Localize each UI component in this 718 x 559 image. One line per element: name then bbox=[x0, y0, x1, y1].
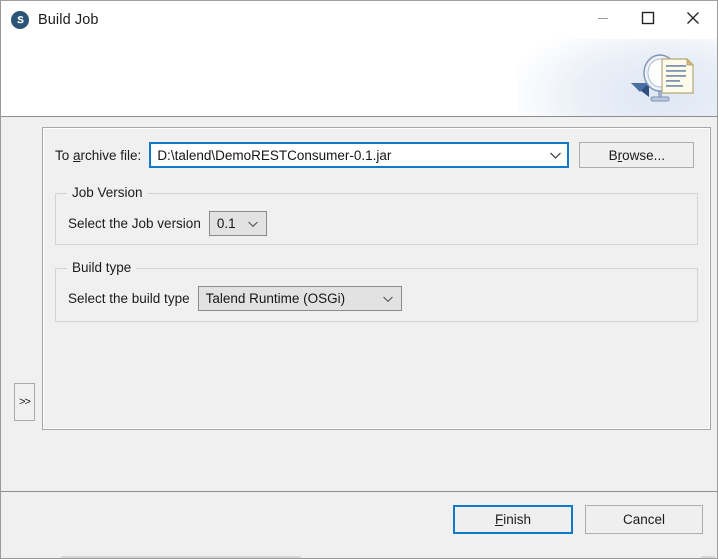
talend-logo-icon bbox=[11, 11, 29, 29]
archive-label-suffix: rchive file: bbox=[81, 148, 142, 163]
window-controls bbox=[580, 3, 715, 33]
job-version-value: 0.1 bbox=[210, 216, 241, 231]
dialog-footer: Finish Cancel bbox=[1, 491, 718, 559]
archive-file-label: To archive file: bbox=[55, 148, 141, 163]
expand-options-button[interactable]: >> bbox=[14, 383, 35, 421]
archive-label-mnemonic: a bbox=[73, 148, 81, 163]
dialog-banner bbox=[1, 39, 717, 117]
title-bar: Build Job bbox=[1, 1, 717, 39]
archive-file-combo[interactable]: D:\talend\DemoRESTConsumer-0.1.jar bbox=[149, 142, 569, 168]
build-type-group: Build type Select the build type Talend … bbox=[55, 268, 698, 322]
job-version-select[interactable]: 0.1 bbox=[209, 211, 267, 236]
browse-label-suffix: owse... bbox=[622, 148, 665, 163]
build-settings-panel: To archive file: D:\talend\DemoRESTConsu… bbox=[42, 127, 711, 430]
build-type-group-title: Build type bbox=[67, 260, 136, 275]
build-type-select[interactable]: Talend Runtime (OSGi) bbox=[198, 286, 402, 311]
job-version-group-title: Job Version bbox=[67, 185, 148, 200]
build-type-row: Select the build type Talend Runtime (OS… bbox=[68, 286, 402, 311]
background-window-bleed bbox=[1, 556, 718, 558]
maximize-icon[interactable] bbox=[625, 3, 670, 33]
browse-label-prefix: B bbox=[609, 148, 618, 163]
cancel-button[interactable]: Cancel bbox=[585, 505, 703, 534]
finish-button[interactable]: Finish bbox=[453, 505, 573, 534]
browse-button[interactable]: Browse... bbox=[579, 142, 694, 168]
build-job-banner-icon bbox=[625, 49, 699, 111]
window-title: Build Job bbox=[38, 12, 99, 28]
build-type-label: Select the build type bbox=[68, 291, 190, 306]
finish-label-mnemonic: F bbox=[495, 512, 503, 527]
chevron-down-icon[interactable] bbox=[376, 295, 401, 303]
footer-button-group: Finish Cancel bbox=[453, 505, 703, 534]
chevron-down-icon[interactable] bbox=[241, 220, 266, 228]
job-version-group: Job Version Select the Job version 0.1 bbox=[55, 193, 698, 245]
chevron-down-icon[interactable] bbox=[543, 151, 567, 160]
minimize-icon[interactable] bbox=[580, 3, 625, 33]
close-icon[interactable] bbox=[670, 3, 715, 33]
build-type-value: Talend Runtime (OSGi) bbox=[199, 291, 376, 306]
archive-file-input[interactable]: D:\talend\DemoRESTConsumer-0.1.jar bbox=[151, 148, 543, 163]
dialog-body: >> To archive file: D:\talend\DemoRESTCo… bbox=[1, 117, 718, 491]
build-job-dialog: Build Job bbox=[0, 0, 718, 559]
finish-label-suffix: inish bbox=[503, 512, 531, 527]
archive-label-prefix: To bbox=[55, 148, 73, 163]
job-version-label: Select the Job version bbox=[68, 216, 201, 231]
archive-file-row: To archive file: D:\talend\DemoRESTConsu… bbox=[55, 141, 698, 169]
job-version-row: Select the Job version 0.1 bbox=[68, 211, 267, 236]
